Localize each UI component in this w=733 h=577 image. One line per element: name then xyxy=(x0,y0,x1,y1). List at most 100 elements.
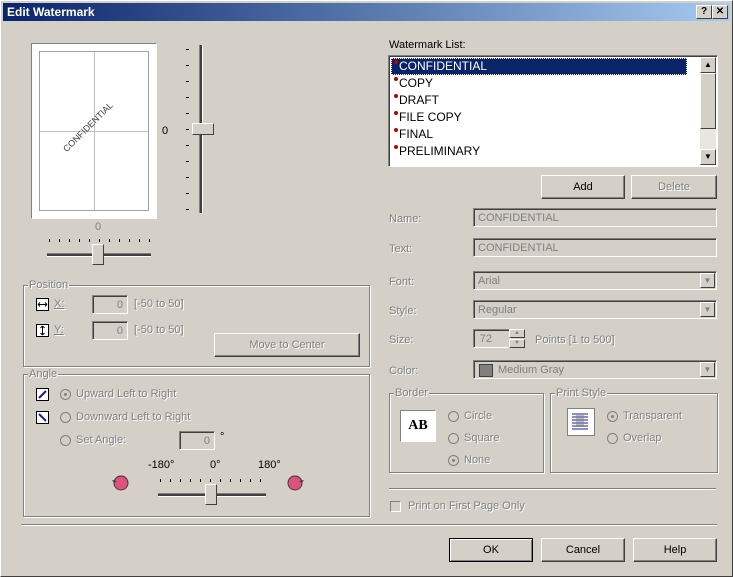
first-page-only-checkbox[interactable] xyxy=(390,501,401,512)
add-button[interactable]: Add xyxy=(541,175,625,199)
x-label: X: xyxy=(54,298,65,310)
chevron-down-icon[interactable]: ▼ xyxy=(700,362,715,377)
color-label: Color: xyxy=(389,365,419,377)
scroll-up-icon[interactable]: ▲ xyxy=(700,57,716,73)
list-item-final[interactable]: FINAL xyxy=(391,126,433,143)
bullet-icon xyxy=(394,94,398,98)
angle-group-label: Angle xyxy=(28,368,59,380)
separator-right xyxy=(389,488,716,490)
overlap-radio[interactable] xyxy=(607,433,618,444)
style-label: Style: xyxy=(389,305,417,317)
ok-button[interactable]: OK xyxy=(449,538,533,562)
position-group-label: Position xyxy=(28,279,70,291)
set-angle-label: Set Angle: xyxy=(76,434,127,446)
overlap-label: Overlap xyxy=(623,432,662,444)
set-angle-input[interactable]: 0 xyxy=(179,431,215,450)
position-group: Position X: 0 [-50 to 50] Y: 0 [-50 to 5… xyxy=(23,279,370,367)
bullet-icon xyxy=(394,60,398,64)
bullet-icon xyxy=(394,77,398,81)
list-item-draft[interactable]: DRAFT xyxy=(391,92,439,109)
none-radio[interactable] xyxy=(448,455,459,466)
print-style-group-label: Print Style xyxy=(555,387,608,399)
close-icon[interactable]: ✕ xyxy=(712,5,728,19)
chevron-down-icon[interactable]: ▼ xyxy=(700,302,715,317)
spin-down-icon[interactable]: ▼ xyxy=(509,339,525,348)
square-radio[interactable] xyxy=(448,433,459,444)
border-group: Border AB Circle Square None xyxy=(389,387,544,473)
vertical-arrows-icon xyxy=(36,324,49,337)
x-input[interactable]: 0 xyxy=(92,295,128,314)
center-guide-horizontal xyxy=(40,131,148,132)
cancel-button[interactable]: Cancel xyxy=(541,538,625,562)
font-select[interactable]: Arial ▼ xyxy=(473,271,717,290)
help-button[interactable]: Help xyxy=(633,538,717,562)
text-label: Text: xyxy=(389,243,413,255)
bullet-icon xyxy=(394,128,398,132)
size-label: Size: xyxy=(389,334,414,346)
downward-diagonal-icon xyxy=(36,411,49,424)
delete-button[interactable]: Delete xyxy=(631,175,717,199)
rotate-counterclockwise-icon[interactable] xyxy=(110,471,132,493)
set-angle-radio[interactable] xyxy=(60,435,71,446)
edit-watermark-dialog: Edit Watermark ? ✕ CONFIDENTIAL 0 0 Posi… xyxy=(0,0,733,577)
style-select[interactable]: Regular ▼ xyxy=(473,300,717,319)
title-bar[interactable]: Edit Watermark ? ✕ xyxy=(3,3,730,21)
print-style-group: Print Style Transparent Overlap xyxy=(550,387,718,473)
style-value: Regular xyxy=(478,304,517,316)
vertical-slider-thumb[interactable] xyxy=(192,123,214,135)
upward-label: Upward Left to Right xyxy=(76,388,177,400)
list-item-preliminary[interactable]: PRELIMINARY xyxy=(391,143,480,160)
list-scrollbar[interactable]: ▲ ▼ xyxy=(700,57,716,165)
list-item-copy[interactable]: COPY xyxy=(391,75,433,92)
upward-diagonal-icon xyxy=(36,388,49,401)
help-title-button[interactable]: ? xyxy=(696,5,712,19)
list-item-confidential[interactable]: CONFIDENTIAL xyxy=(391,58,687,75)
rotate-clockwise-icon[interactable] xyxy=(284,471,306,493)
vertical-slider[interactable] xyxy=(179,43,214,215)
upward-radio[interactable] xyxy=(60,389,71,400)
angle-slider-thumb[interactable] xyxy=(205,484,217,505)
y-range: [-50 to 50] xyxy=(134,324,184,336)
size-spinner[interactable]: ▲ ▼ xyxy=(509,329,525,348)
y-input[interactable]: 0 xyxy=(92,321,128,340)
angle-slider[interactable] xyxy=(156,475,268,505)
size-units: Points [1 to 500] xyxy=(535,334,615,346)
name-input[interactable]: CONFIDENTIAL xyxy=(473,208,717,227)
scroll-down-icon[interactable]: ▼ xyxy=(700,149,716,165)
bullet-icon xyxy=(394,111,398,115)
text-input[interactable]: CONFIDENTIAL xyxy=(473,238,717,257)
size-input[interactable]: 72 xyxy=(473,329,511,348)
downward-label: Downward Left to Right xyxy=(76,411,191,423)
horizontal-slider[interactable] xyxy=(45,235,153,265)
vertical-slider-value: 0 xyxy=(162,125,169,137)
move-to-center-button[interactable]: Move to Center xyxy=(214,333,360,357)
page-margin: CONFIDENTIAL xyxy=(39,51,149,211)
font-label: Font: xyxy=(389,276,415,288)
border-group-label: Border xyxy=(394,387,430,399)
chevron-down-icon[interactable]: ▼ xyxy=(700,273,715,288)
square-label: Square xyxy=(464,432,500,444)
circle-label: Circle xyxy=(464,410,493,422)
angle-mid-label: 0° xyxy=(210,459,221,471)
bullet-icon xyxy=(394,145,398,149)
none-label: None xyxy=(464,454,491,466)
y-label: Y: xyxy=(54,324,64,336)
border-sample: AB xyxy=(400,410,436,442)
list-item-file-copy[interactable]: FILE COPY xyxy=(391,109,462,126)
watermark-list-label: Watermark List: xyxy=(389,39,466,51)
angle-group: Angle Upward Left to Right Downward Left… xyxy=(23,368,370,517)
transparent-radio[interactable] xyxy=(607,411,618,422)
circle-radio[interactable] xyxy=(448,411,459,422)
first-page-only-label: Print on First Page Only xyxy=(408,500,525,512)
horizontal-slider-thumb[interactable] xyxy=(92,244,104,265)
separator-bottom xyxy=(21,524,717,526)
watermark-list[interactable]: CONFIDENTIAL COPY DRAFT FILE COPY FINAL … xyxy=(388,55,718,167)
size-value: 72 xyxy=(479,333,492,345)
horizontal-arrows-icon xyxy=(36,298,49,311)
color-select[interactable]: Medium Gray ▼ xyxy=(473,360,717,379)
downward-radio[interactable] xyxy=(60,412,71,423)
spin-up-icon[interactable]: ▲ xyxy=(509,329,525,338)
scroll-thumb[interactable] xyxy=(700,73,716,129)
color-swatch xyxy=(479,364,493,377)
color-value: Medium Gray xyxy=(498,364,565,376)
